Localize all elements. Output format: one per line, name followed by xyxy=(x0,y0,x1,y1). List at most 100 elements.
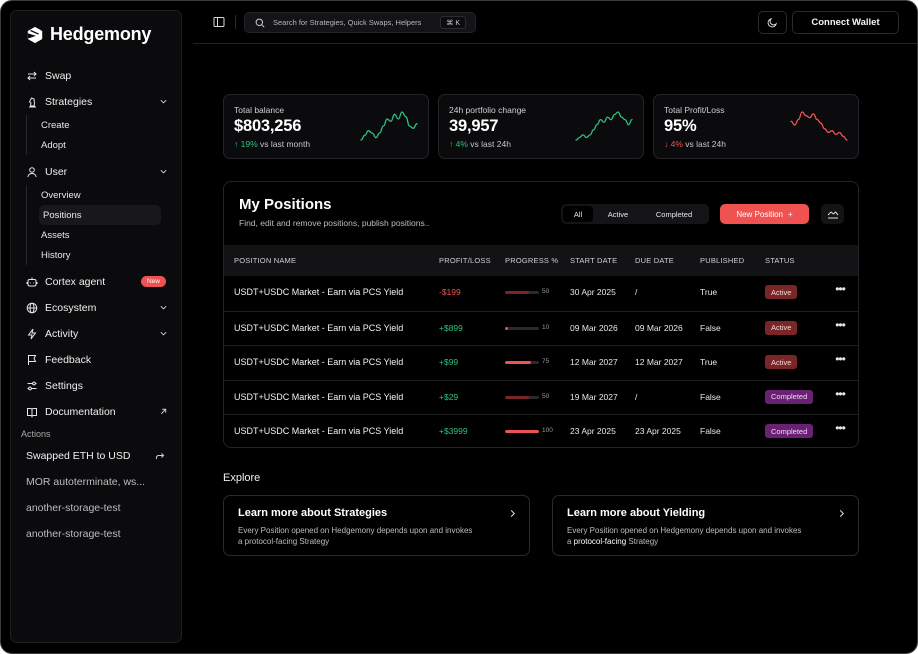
trend-down-indicator: ↓ 4% xyxy=(664,139,683,149)
stat-value: 39,957 xyxy=(449,117,499,135)
sidebar-item-settings[interactable]: Settings xyxy=(11,373,181,399)
position-name: USDT+USDC Market - Earn via PCS Yield xyxy=(234,426,404,436)
moon-icon xyxy=(767,17,778,28)
due-date: / xyxy=(635,287,638,297)
search-bar[interactable]: ⌘ K xyxy=(244,12,476,33)
explore-card-title: Learn more about Strategies xyxy=(238,507,388,519)
chevron-down-icon[interactable] xyxy=(159,167,168,176)
sidebar-subitem-create[interactable]: Create xyxy=(25,115,181,135)
positions-subtitle: Find, edit and remove positions, publish… xyxy=(239,218,430,228)
start-date: 23 Apr 2025 xyxy=(570,426,616,436)
flag-icon xyxy=(26,354,38,366)
explore-card-strategies[interactable]: Learn more about Strategies Every Positi… xyxy=(223,495,530,556)
explore-card-description: Every Position opened on Hedgemony depen… xyxy=(238,526,473,546)
table-row[interactable]: USDT+USDC Market - Earn via PCS Yield -$1… xyxy=(224,276,858,310)
new-position-label: New Position xyxy=(736,209,783,219)
explore-card-yielding[interactable]: Learn more about Yielding Every Position… xyxy=(552,495,859,556)
theme-toggle-button[interactable] xyxy=(758,11,787,34)
action-item[interactable]: another-storage-test xyxy=(11,521,181,547)
more-options-icon[interactable]: ••• xyxy=(833,388,847,403)
external-link-icon[interactable] xyxy=(159,407,168,416)
published-value: False xyxy=(700,322,721,333)
sidebar-item-cortex-agent[interactable]: Cortex agent New xyxy=(11,269,181,295)
published-value: False xyxy=(700,426,721,436)
published-value: True xyxy=(700,287,718,297)
new-position-button[interactable]: New Position + xyxy=(720,204,809,224)
brand-logo[interactable]: Hedgemony xyxy=(26,24,151,45)
strategies-submenu: Create Adopt xyxy=(26,115,181,155)
status-badge: Active xyxy=(765,355,798,369)
action-item[interactable]: Swapped ETH to USD xyxy=(11,443,181,469)
tab-all[interactable]: All xyxy=(563,206,593,222)
book-icon xyxy=(26,406,38,418)
sidebar-subitem-adopt[interactable]: Adopt xyxy=(25,135,181,155)
table-header: POSITION NAME PROFIT/LOSS PROGRESS % STA… xyxy=(224,245,858,276)
chevron-down-icon[interactable] xyxy=(159,329,168,338)
toolbar-divider xyxy=(235,15,236,29)
action-item[interactable]: another-storage-test xyxy=(11,495,181,521)
progress-value: 50 xyxy=(542,288,550,295)
due-date: / xyxy=(635,391,638,402)
more-options-icon[interactable]: ••• xyxy=(833,353,847,368)
globe-icon xyxy=(26,302,38,314)
positions-panel: My Positions Find, edit and remove posit… xyxy=(223,181,859,448)
sidebar-item-swap[interactable]: Swap xyxy=(11,63,181,89)
sidebar-item-strategies[interactable]: Strategies xyxy=(11,89,181,115)
sparkline-chart xyxy=(790,111,848,141)
sidebar-item-user[interactable]: User xyxy=(11,159,181,185)
column-header-profit-loss[interactable]: PROFIT/LOSS xyxy=(439,256,491,265)
stat-card-portfolio-change: 24h portfolio change 39,957 ↑ 4% vs last… xyxy=(438,94,644,159)
more-options-icon[interactable]: ••• xyxy=(833,422,847,437)
position-name: USDT+USDC Market - Earn via PCS Yield xyxy=(234,357,404,367)
sidebar-item-documentation[interactable]: Documentation xyxy=(11,399,181,425)
column-header-start-date[interactable]: START DATE xyxy=(570,256,617,265)
search-input[interactable] xyxy=(273,18,443,27)
action-item-label: another-storage-test xyxy=(26,528,121,540)
chevron-down-icon[interactable] xyxy=(159,97,168,106)
position-name: USDT+USDC Market - Earn via PCS Yield xyxy=(234,322,404,333)
table-row[interactable]: USDT+USDC Market - Earn via PCS Yield +$9… xyxy=(224,345,858,379)
column-header-due-date[interactable]: DUE DATE xyxy=(635,256,674,265)
chart-view-button[interactable] xyxy=(821,204,844,224)
sidebar-subitem-overview[interactable]: Overview xyxy=(25,185,181,205)
sidebar-item-feedback[interactable]: Feedback xyxy=(11,347,181,373)
tab-active[interactable]: Active xyxy=(593,206,643,222)
sparkline-chart xyxy=(575,111,633,141)
progress-bar-fill xyxy=(505,291,529,294)
sidebar-subitem-history[interactable]: History xyxy=(25,245,181,265)
column-header-status[interactable]: STATUS xyxy=(765,256,795,265)
chevron-down-icon[interactable] xyxy=(159,303,168,312)
sidebar-item-label: User xyxy=(45,166,68,178)
connect-wallet-button[interactable]: Connect Wallet xyxy=(792,11,899,34)
position-name: USDT+USDC Market - Earn via PCS Yield xyxy=(234,287,404,297)
sidebar-item-label: Ecosystem xyxy=(45,302,97,314)
sidebar: Hedgemony Swap Strategies Create Adopt U… xyxy=(10,10,182,643)
status-badge: Active xyxy=(765,320,798,335)
sparkline-series xyxy=(360,111,418,141)
tab-completed[interactable]: Completed xyxy=(643,206,705,222)
more-options-icon[interactable]: ••• xyxy=(833,283,847,298)
progress-value: 50 xyxy=(542,392,550,400)
action-item[interactable]: MOR autoterminate, ws... xyxy=(11,469,181,495)
more-options-icon[interactable]: ••• xyxy=(833,319,847,334)
progress-bar xyxy=(505,361,539,364)
sidebar-toggle-icon[interactable] xyxy=(213,16,225,28)
sidebar-item-ecosystem[interactable]: Ecosystem xyxy=(11,295,181,321)
line-chart-icon xyxy=(827,210,838,218)
table-row[interactable]: USDT+USDC Market - Earn via PCS Yield +$2… xyxy=(224,379,858,414)
published-value: False xyxy=(700,391,721,402)
column-header-name[interactable]: POSITION NAME xyxy=(234,256,296,265)
sidebar-nav: Swap Strategies Create Adopt User Overvi… xyxy=(11,63,181,547)
stat-value: $803,256 xyxy=(234,117,302,135)
table-row[interactable]: USDT+USDC Market - Earn via PCS Yield +$8… xyxy=(224,310,858,345)
column-header-published[interactable]: PUBLISHED xyxy=(700,256,744,265)
column-header-progress[interactable]: PROGRESS % xyxy=(505,256,558,265)
explore-card-title: Learn more about Yielding xyxy=(567,507,706,519)
user-icon xyxy=(26,166,38,178)
sidebar-subitem-positions[interactable]: Positions xyxy=(39,205,161,225)
table-row[interactable]: USDT+USDC Market - Earn via PCS Yield +$3… xyxy=(224,414,858,447)
redo-arrow-icon[interactable] xyxy=(155,451,165,461)
sidebar-item-activity[interactable]: Activity xyxy=(11,321,181,347)
sidebar-subitem-assets[interactable]: Assets xyxy=(25,225,181,245)
bot-icon xyxy=(26,276,38,288)
